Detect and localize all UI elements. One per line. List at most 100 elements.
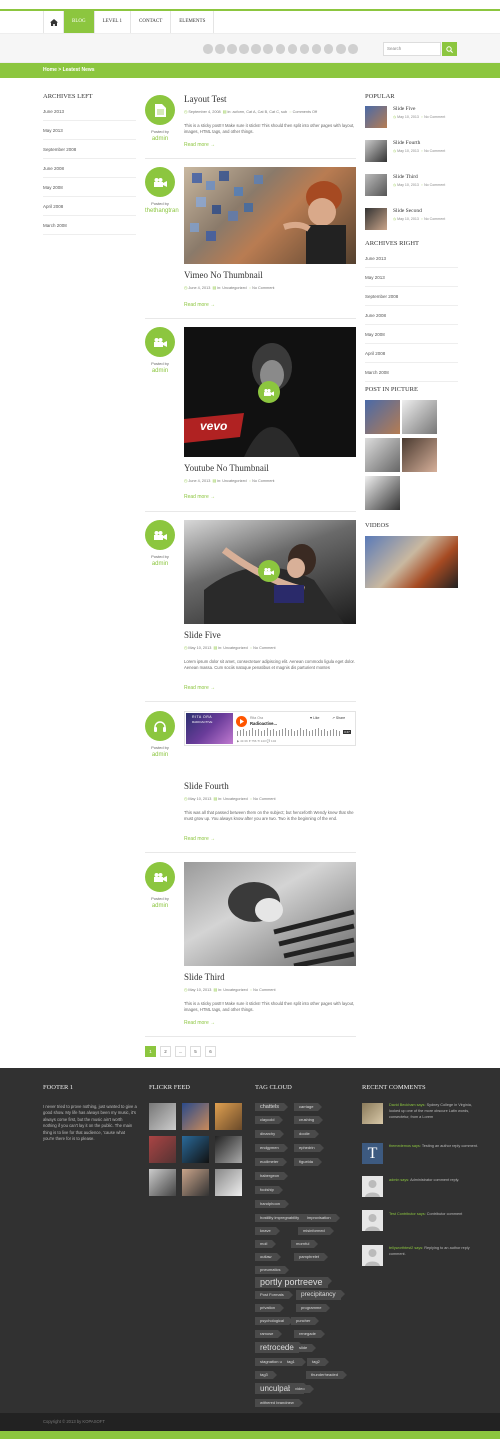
tag-link[interactable]: moil [255,1240,277,1248]
tag-link[interactable]: puncher [291,1317,321,1325]
post-author[interactable]: thethangtran [145,208,179,214]
page-link[interactable]: 6 [205,1046,216,1057]
read-more-link[interactable]: Read more → [184,836,215,842]
tag-link[interactable]: tag3 [255,1371,277,1379]
play-button[interactable] [258,560,280,582]
post-categories[interactable]: in: Uncategorized [218,646,248,650]
flickr-photo[interactable] [149,1103,176,1130]
tag-link[interactable]: ramose [255,1330,283,1338]
audio-like-button[interactable]: ♥ Like [310,716,319,720]
googleplus-icon[interactable] [251,44,261,54]
tumblr-icon[interactable] [336,44,346,54]
nav-item-blog[interactable]: BLOG [64,11,95,33]
popular-item-title[interactable]: Slide Second [393,208,422,214]
tag-link[interactable]: handphoon [255,1200,290,1208]
picture-thumb[interactable] [402,438,437,472]
tag-link[interactable]: tag2 [307,1358,329,1366]
post-title[interactable]: Youtube No Thumbnail [184,463,269,473]
tag-link[interactable]: retrocede [255,1342,303,1353]
popular-thumb[interactable] [365,208,387,230]
picture-thumb[interactable] [365,438,400,472]
post-comments[interactable]: No Comment [253,797,275,801]
tag-link[interactable]: pneumatics [255,1266,291,1274]
flickr-photo[interactable] [215,1136,242,1163]
post-author[interactable]: admin [145,561,175,567]
post-comments[interactable]: Comments Off [293,110,317,114]
flickr-photo[interactable] [215,1103,242,1130]
tag-link[interactable]: foolship [255,1186,283,1194]
tag-link[interactable]: claycold [255,1116,284,1124]
tag-link[interactable]: ephedrin [294,1144,324,1152]
tag-link[interactable]: knave [255,1227,280,1235]
tag-link[interactable]: tag1 [282,1358,304,1366]
nav-item-level1[interactable]: LEVEL 1 [95,11,132,33]
flickr-photo[interactable] [182,1169,209,1196]
post-author[interactable]: admin [145,136,175,142]
waveform[interactable] [237,728,353,737]
tag-link[interactable]: outlaw [255,1253,281,1261]
archive-link[interactable]: June 2013 [43,102,136,121]
soundcloud-player[interactable]: RITA ORA RADIOACTIVE Rita Ora Radioactiv… [184,711,356,746]
flickr-photo[interactable] [215,1169,242,1196]
tag-link[interactable]: programme [296,1304,331,1312]
twitter-icon[interactable] [227,44,237,54]
pinterest-icon[interactable] [275,44,286,54]
tag-link[interactable]: endgymen [255,1144,288,1152]
post-categories[interactable]: in: acform, Cat A, Cat B, Cat C, sub [227,110,287,114]
archive-link[interactable]: May 2008 [365,325,458,344]
tag-link[interactable]: habergeon [255,1172,289,1180]
archive-link[interactable]: May 2013 [365,268,458,287]
tag-link[interactable]: pamphrelet [294,1253,329,1261]
post-comments[interactable]: No Comment [253,646,275,650]
email-icon[interactable] [348,44,358,54]
read-more-link[interactable]: Read more → [184,1020,215,1026]
video-embed[interactable]: vevo [184,327,356,457]
read-more-link[interactable]: Read more → [184,142,215,148]
popular-thumb[interactable] [365,174,387,196]
post-author[interactable]: admin [145,752,175,758]
archive-link[interactable]: September 2008 [43,140,136,159]
post-categories[interactable]: in: Uncategorized [218,988,248,992]
audio-play-button[interactable] [236,716,247,727]
archive-link[interactable]: May 2008 [43,178,136,197]
facebook-icon[interactable] [215,44,225,54]
post-title[interactable]: Slide Fourth [184,781,229,791]
post-author[interactable]: admin [145,368,175,374]
read-more-link[interactable]: Read more → [184,494,215,500]
flickr-photo[interactable] [149,1136,176,1163]
post-categories[interactable]: in: Uncategorized [217,479,247,483]
archive-link[interactable]: June 2008 [365,306,458,325]
popular-thumb[interactable] [365,106,387,128]
play-button[interactable] [258,381,280,403]
linkedin-icon[interactable] [311,44,322,54]
search-input[interactable]: Search [383,42,441,56]
skype-icon[interactable] [239,44,249,54]
youtube-icon[interactable] [323,44,334,54]
post-title[interactable]: Vimeo No Thumbnail [184,270,263,280]
tag-link[interactable]: Post Formats [255,1291,293,1299]
archive-link[interactable]: September 2008 [365,287,458,306]
tag-link[interactable]: doolie [294,1130,319,1138]
tag-link[interactable]: video [290,1385,314,1393]
post-image[interactable] [184,167,356,264]
popular-item-title[interactable]: Slide Five [393,106,415,112]
page-link[interactable]: 1 [145,1046,156,1057]
popular-item-title[interactable]: Slide Third [393,174,418,180]
post-comments[interactable]: No Comment [252,286,274,290]
tag-link[interactable]: withered brandnew [255,1399,303,1407]
flickr-photo[interactable] [149,1169,176,1196]
video-thumb[interactable] [365,536,458,588]
tag-link[interactable]: hostility impregnability [255,1214,309,1222]
archive-link[interactable]: May 2013 [43,121,136,140]
popular-thumb[interactable] [365,140,387,162]
tag-link[interactable]: portly portreeve [255,1277,332,1288]
picture-thumb[interactable] [365,400,400,434]
post-image[interactable] [184,862,356,966]
tag-link[interactable]: precipitancy [296,1290,345,1300]
archive-link[interactable]: March 2008 [365,363,458,382]
read-more-link[interactable]: Read more → [184,685,215,691]
nav-home[interactable] [44,11,64,33]
flickr-icon[interactable] [287,44,298,54]
tag-link[interactable]: renegade [294,1330,325,1338]
archive-link[interactable]: June 2013 [365,249,458,268]
